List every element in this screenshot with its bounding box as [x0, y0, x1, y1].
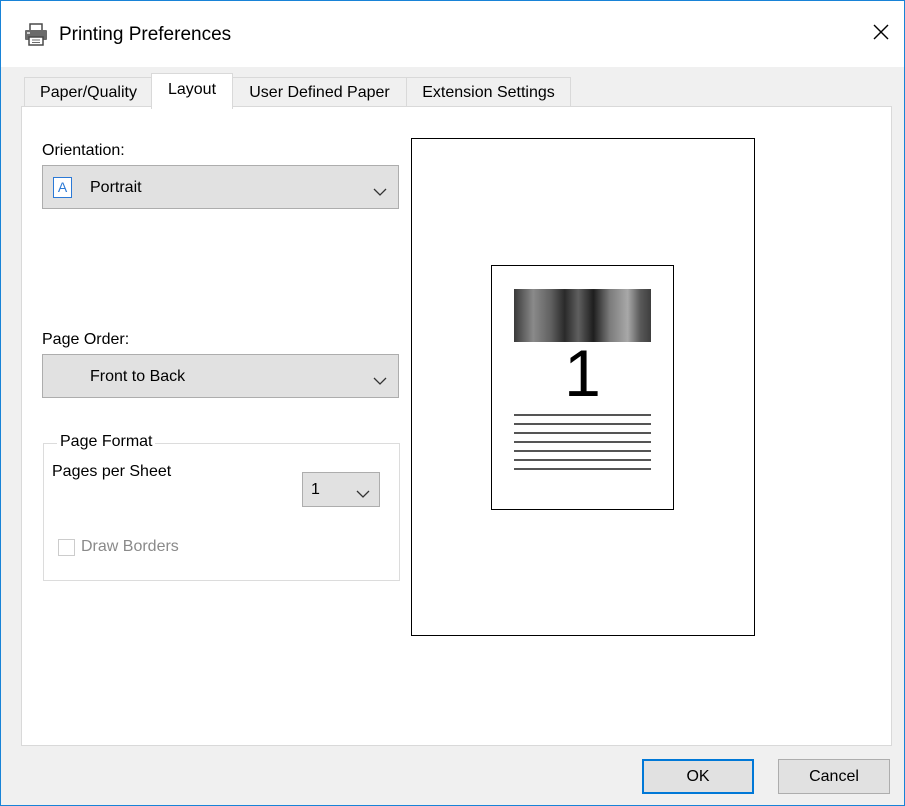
tab-label: Layout [167, 81, 217, 98]
preview-text-line [514, 468, 651, 470]
ok-button[interactable]: OK [642, 759, 754, 794]
cancel-button[interactable]: Cancel [778, 759, 890, 794]
tab-extension-settings[interactable]: Extension Settings [406, 77, 571, 108]
tab-label: Extension Settings [422, 84, 555, 101]
printing-preferences-dialog: Printing Preferences Paper/Quality Layou… [0, 0, 905, 806]
tab-layout[interactable]: Layout [151, 73, 233, 109]
preview-text-line [514, 459, 651, 461]
preview-sheet: 1 [491, 265, 674, 510]
chevron-down-icon [356, 486, 370, 498]
orientation-value: Portrait [90, 179, 142, 196]
tab-label: User Defined Paper [249, 84, 390, 101]
close-icon [872, 23, 890, 46]
tab-paper-quality[interactable]: Paper/Quality [24, 77, 153, 108]
orientation-label: Orientation: [42, 142, 125, 159]
dialog-title: Printing Preferences [59, 24, 232, 45]
tab-user-defined-paper[interactable]: User Defined Paper [231, 77, 408, 108]
page-format-legend: Page Format [57, 432, 156, 452]
layout-tab-panel: Orientation: A Portrait Page Order: Fron… [21, 106, 892, 746]
orientation-dropdown[interactable]: A Portrait [42, 165, 399, 209]
layout-preview: 1 [411, 138, 755, 636]
preview-page-number: 1 [564, 336, 601, 410]
title-bar: Printing Preferences [1, 1, 904, 67]
preview-text-line [514, 414, 651, 416]
tab-label: Paper/Quality [40, 84, 137, 101]
page-order-value: Front to Back [90, 368, 186, 385]
preview-grayscale-bar [514, 289, 651, 342]
pages-per-sheet-value: 1 [311, 481, 320, 498]
preview-text-line [514, 423, 651, 425]
close-button[interactable] [858, 1, 904, 67]
portrait-orientation-icon: A [53, 177, 72, 198]
preview-text-line [514, 432, 651, 434]
chevron-down-icon [373, 184, 387, 196]
page-order-label: Page Order: [42, 331, 130, 348]
page-format-group: Page Format Pages per Sheet 1 Draw Borde… [43, 432, 400, 581]
pages-per-sheet-label: Pages per Sheet [52, 463, 172, 480]
preview-text-line [514, 450, 651, 452]
chevron-down-icon [373, 373, 387, 385]
draw-borders-label: Draw Borders [81, 538, 179, 555]
preview-text-line [514, 441, 651, 443]
printer-icon [23, 21, 49, 47]
draw-borders-checkbox[interactable] [58, 539, 75, 556]
page-order-dropdown[interactable]: Front to Back [42, 354, 399, 398]
pages-per-sheet-dropdown[interactable]: 1 [302, 472, 380, 507]
